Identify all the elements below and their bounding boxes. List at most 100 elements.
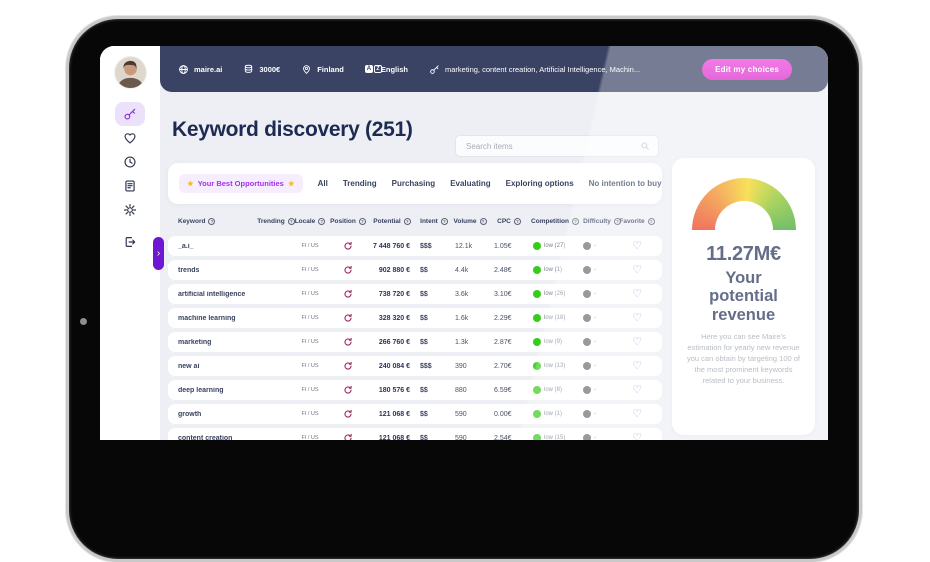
help-icon[interactable]: ? [440, 217, 448, 225]
cpc-text: 3.10€ [494, 290, 512, 298]
refresh-position-icon[interactable] [343, 337, 353, 347]
keyword-row[interactable]: marketing FI / US 266 760 € $$ 1.3k 2.87€ low … [168, 332, 662, 352]
refresh-position-icon[interactable] [343, 289, 353, 299]
sidebar-expand-handle[interactable]: › [153, 237, 164, 270]
help-icon[interactable]: ? [403, 217, 411, 225]
keyword-row[interactable]: _a.i_ FI / US 7 448 760 € $$$ 12.1k 1.05€ low … [168, 236, 662, 256]
column-header-favorite[interactable]: Favorite? [619, 217, 655, 225]
filter-tab-evaluating[interactable]: Evaluating [450, 179, 490, 188]
topbar-item-site[interactable]: maire.ai [178, 64, 222, 75]
favorite-heart-icon[interactable]: ♡ [632, 336, 642, 348]
column-header-position[interactable]: Position? [330, 217, 366, 225]
favorite-heart-icon[interactable]: ♡ [632, 432, 642, 440]
filter-tab-no-intention-to-buy[interactable]: No intention to buy [589, 179, 662, 188]
topbar-item-country[interactable]: Finland [301, 64, 344, 75]
favorite-heart-icon[interactable]: ♡ [632, 288, 642, 300]
keyword-row[interactable]: content creation FI / US 121 068 € $$ 590 2.5… [168, 428, 662, 440]
locale-cell: FI / US [290, 267, 330, 273]
filter-tab-exploring-options[interactable]: Exploring options [506, 179, 574, 188]
potential-cell: 7 448 760 € [366, 243, 418, 250]
filter-best-opportunities[interactable]: ★ Your Best Opportunities ★ [179, 174, 303, 193]
topbar-item-label: maire.ai [194, 64, 223, 74]
difficulty-dot [583, 434, 591, 440]
competition-cell: low (18) [528, 314, 582, 322]
refresh-position-icon[interactable] [343, 265, 353, 275]
refresh-position-icon[interactable] [343, 385, 353, 395]
column-header-competition[interactable]: Competition? [528, 217, 582, 225]
star-icon: ★ [287, 179, 295, 188]
favorite-heart-icon[interactable]: ♡ [632, 312, 642, 324]
position-cell [330, 265, 366, 275]
keyword-cell: new ai [178, 363, 262, 370]
volume-text: 880 [455, 386, 467, 394]
help-icon[interactable]: ? [647, 217, 655, 225]
help-icon[interactable]: ? [208, 217, 216, 225]
intent-cell: $$$ [418, 363, 450, 370]
column-label: Competition [531, 217, 569, 225]
favorite-heart-icon[interactable]: ♡ [632, 408, 642, 420]
keyword-row[interactable]: artificial intelligence FI / US 738 720 € $… [168, 284, 662, 304]
filter-tab-trending[interactable]: Trending [343, 179, 377, 188]
column-header-difficulty[interactable]: Difficulty? [582, 217, 622, 225]
sidebar-item-reports[interactable] [115, 174, 145, 198]
cpc-text: 2.87€ [494, 338, 512, 346]
competition-cell: low (1) [528, 266, 582, 274]
column-header-locale[interactable]: Locale? [290, 217, 330, 225]
refresh-position-icon[interactable] [343, 313, 353, 323]
keyword-row[interactable]: growth FI / US 121 068 € $$ 590 0.00€ low (1) -… [168, 404, 662, 424]
column-header-keyword[interactable]: Keyword? [178, 217, 262, 225]
favorite-heart-icon[interactable]: ♡ [632, 264, 642, 276]
intent-cell: $$ [418, 291, 450, 298]
translate-icon: AZ [364, 64, 382, 75]
help-icon[interactable]: ? [318, 217, 326, 225]
sidebar-item-favorites[interactable] [115, 126, 145, 150]
avatar[interactable] [114, 56, 147, 89]
difficulty-text: - [594, 315, 596, 321]
heart-icon [123, 131, 137, 145]
keyword-row[interactable]: trends FI / US 902 880 € $$ 4.4k 2.48€ low (1)… [168, 260, 662, 280]
position-cell [330, 337, 366, 347]
refresh-position-icon[interactable] [343, 409, 353, 419]
sidebar-item-logout[interactable] [115, 230, 145, 254]
sidebar-item-keyword-discovery[interactable] [115, 102, 145, 126]
help-icon[interactable]: ? [513, 217, 521, 225]
topbar-item-language[interactable]: A Z English [364, 64, 408, 75]
page-background: { "topbar": { "items": [ {"icon": "globe… [0, 0, 930, 562]
intent-text: $$ [420, 434, 428, 441]
refresh-position-icon[interactable] [343, 361, 353, 371]
sidebar-item-settings[interactable] [115, 198, 145, 222]
favorite-cell: ♡ [622, 384, 652, 396]
favorite-heart-icon[interactable]: ♡ [632, 240, 642, 252]
column-header-volume[interactable]: Volume? [450, 217, 490, 225]
filter-tab-all[interactable]: All [318, 179, 328, 188]
help-icon[interactable]: ? [479, 217, 487, 225]
filter-tab-purchasing[interactable]: Purchasing [392, 179, 436, 188]
help-icon[interactable]: ? [571, 217, 579, 225]
sidebar-item-history[interactable] [115, 150, 145, 174]
difficulty-dot [583, 386, 591, 394]
edit-my-choices-button[interactable]: Edit my choices [702, 58, 792, 80]
volume-text: 3.6k [455, 290, 469, 298]
column-header-cpc[interactable]: CPC? [490, 217, 528, 225]
keyword-row[interactable]: new ai FI / US 240 084 € $$$ 390 2.70€ low (13… [168, 356, 662, 376]
topbar-item-budget[interactable]: 3000€ [243, 64, 280, 75]
topbar-item-keywords[interactable]: marketing, content creation, Artificial … [429, 64, 640, 75]
potential-cell: 240 084 € [366, 363, 418, 370]
column-header-intent[interactable]: Intent? [418, 217, 450, 225]
difficulty-cell: - [582, 242, 622, 250]
help-icon[interactable]: ? [358, 217, 366, 225]
keyword-row[interactable]: deep learning FI / US 180 576 € $$ 880 6.59€ l… [168, 380, 662, 400]
keyword-row[interactable]: machine learning FI / US 328 320 € $$ 1.6k 2.… [168, 308, 662, 328]
column-header-trending[interactable]: Trending? [257, 217, 295, 225]
revenue-description: Here you can see Maire's estimation for … [687, 332, 800, 385]
difficulty-cell: - [582, 410, 622, 418]
column-header-potential[interactable]: Potential? [366, 217, 418, 225]
refresh-position-icon[interactable] [343, 433, 353, 440]
favorite-heart-icon[interactable]: ♡ [632, 384, 642, 396]
cpc-text: 0.00€ [494, 410, 512, 418]
favorite-heart-icon[interactable]: ♡ [632, 360, 642, 372]
intent-cell: $$ [418, 435, 450, 441]
logout-icon [123, 235, 137, 249]
refresh-position-icon[interactable] [343, 241, 353, 251]
search-input[interactable] [464, 140, 640, 152]
